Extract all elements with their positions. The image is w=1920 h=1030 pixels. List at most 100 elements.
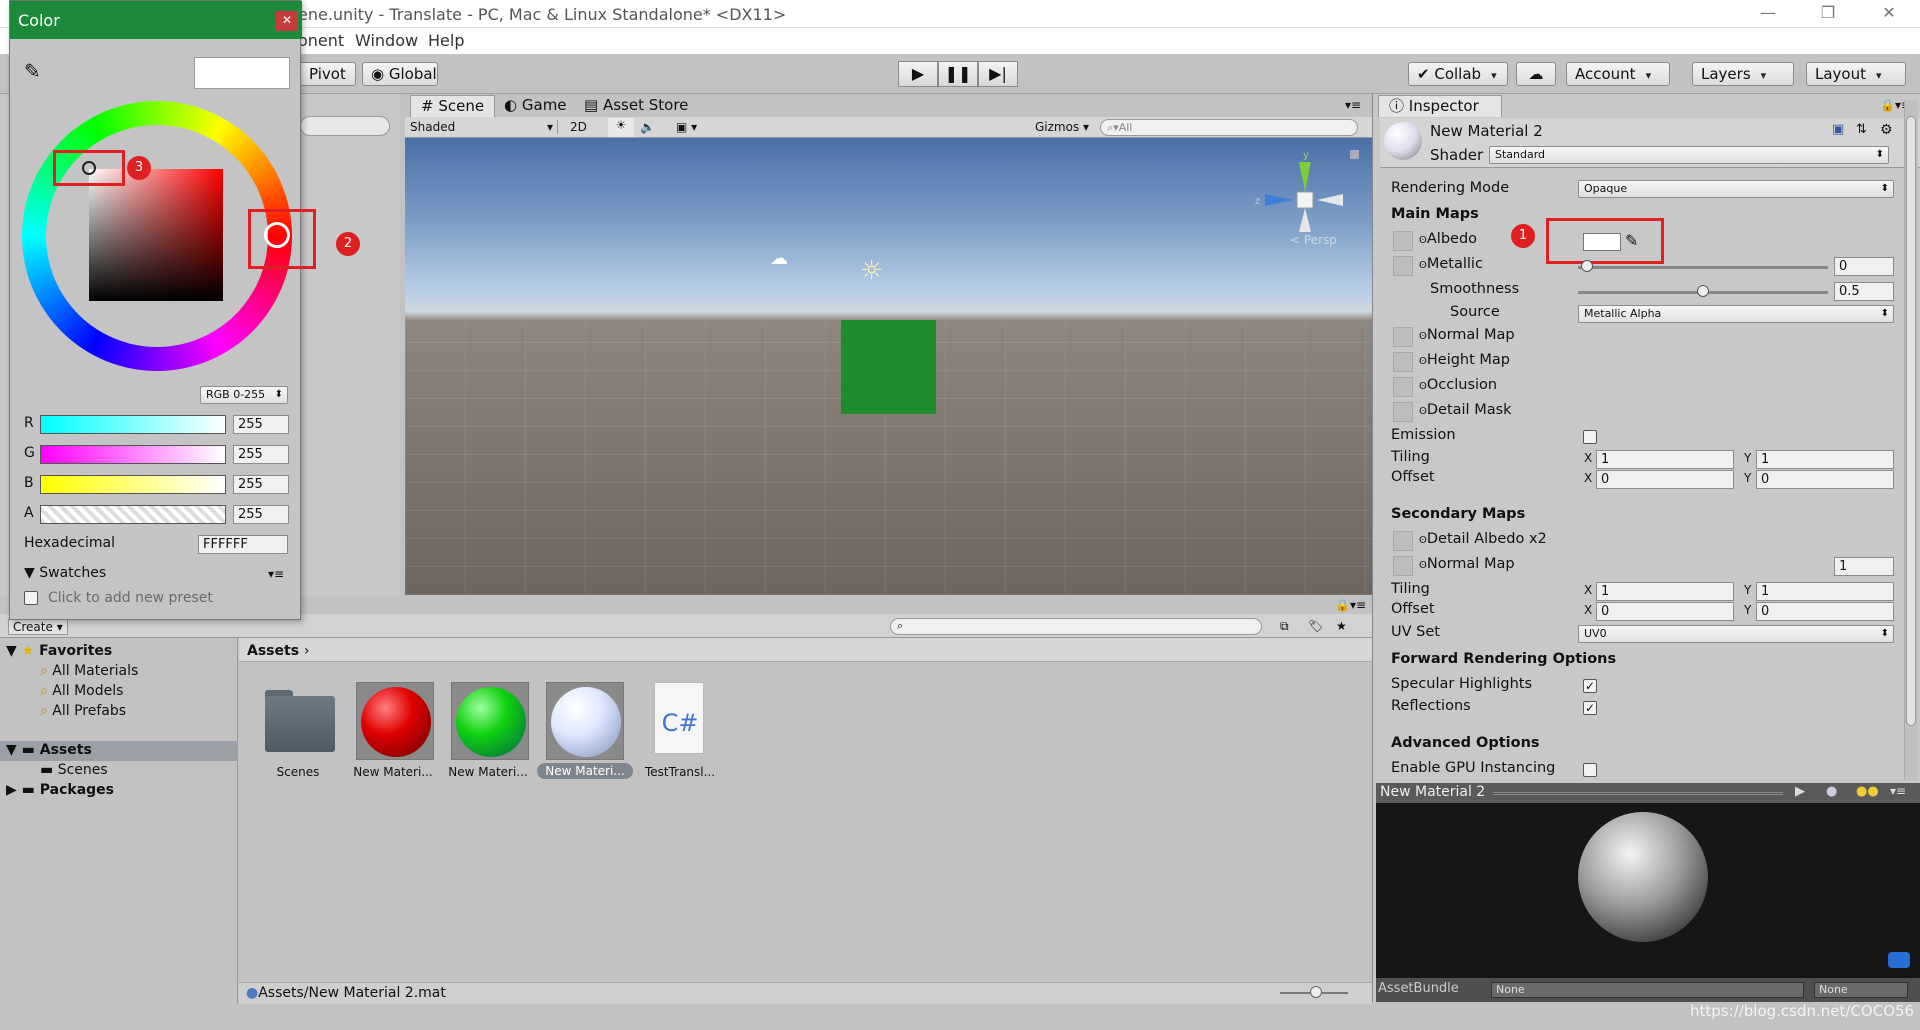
gpu-instancing-checkbox[interactable]: [1583, 763, 1597, 777]
g-value-field[interactable]: 255: [233, 445, 289, 464]
gizmos-dropdown[interactable]: Gizmos ▾: [1035, 120, 1089, 134]
tree-favorites[interactable]: ▼ ★ Favorites: [6, 643, 112, 659]
minimize-button[interactable]: —: [1755, 3, 1781, 23]
tiling-x-field[interactable]: 1: [1596, 450, 1734, 469]
metallic-slider-thumb[interactable]: [1581, 260, 1593, 272]
collab-button[interactable]: ✔ Collab: [1408, 62, 1508, 86]
close-window-button[interactable]: ✕: [1876, 3, 1902, 23]
pause-button[interactable]: ❚❚: [938, 61, 978, 87]
swatches-menu-icon[interactable]: ▾≡: [268, 567, 284, 581]
preset-icon[interactable]: ⇅: [1856, 122, 1867, 137]
project-search-input[interactable]: ⌕: [890, 618, 1262, 635]
preview-lights-icon[interactable]: ●●: [1856, 784, 1879, 799]
rendering-mode-dropdown[interactable]: Opaque: [1578, 180, 1894, 198]
metallic-value-field[interactable]: 0: [1834, 257, 1894, 276]
r-slider[interactable]: [40, 415, 226, 434]
preview-sphere-icon[interactable]: ●: [1826, 784, 1837, 799]
tab-game[interactable]: ◐ Game: [494, 95, 577, 117]
panel-menu-icon[interactable]: ▾≡: [1345, 98, 1361, 112]
layers-dropdown[interactable]: Layers: [1692, 62, 1794, 86]
occlusion-slot[interactable]: [1393, 377, 1413, 397]
tab-inspector[interactable]: ⓘ Inspector: [1378, 95, 1502, 117]
a-slider[interactable]: [40, 505, 226, 524]
pivot-toggle[interactable]: Pivot: [300, 62, 356, 86]
global-toggle[interactable]: ◉ Global: [362, 62, 438, 86]
hierarchy-search[interactable]: [300, 116, 390, 136]
tiling2-y-field[interactable]: 1: [1756, 582, 1894, 601]
inspector-scrollbar-thumb[interactable]: [1906, 116, 1916, 726]
saturation-value-square[interactable]: [89, 169, 223, 301]
detail-normal-scale-field[interactable]: 1: [1834, 557, 1894, 576]
hex-input[interactable]: FFFFFF: [198, 535, 288, 554]
offset2-y-field[interactable]: 0: [1756, 602, 1894, 621]
offset2-x-field[interactable]: 0: [1596, 602, 1734, 621]
detail-normal-label[interactable]: ʘNormal Map: [1419, 556, 1515, 572]
swatches-header[interactable]: ▼ Swatches: [24, 565, 106, 581]
tab-asset-store[interactable]: ▤ Asset Store: [574, 95, 698, 117]
metallic-label[interactable]: ʘMetallic: [1419, 256, 1483, 272]
metallic-texture-slot[interactable]: [1393, 256, 1413, 276]
asset-label-material-1[interactable]: New Materi...: [345, 765, 441, 779]
tab-scene[interactable]: # Scene: [410, 95, 496, 117]
play-button[interactable]: ▶: [898, 61, 938, 87]
restore-button[interactable]: ❐: [1815, 3, 1841, 23]
csharp-script-asset[interactable]: C#: [654, 682, 704, 754]
offset-x-field[interactable]: 0: [1596, 470, 1734, 489]
shading-dropdown[interactable]: Shaded ▾: [410, 120, 558, 134]
metallic-slider[interactable]: [1578, 266, 1828, 269]
tiling-y-field[interactable]: 1: [1756, 450, 1894, 469]
uv-set-dropdown[interactable]: UV0: [1578, 625, 1894, 643]
gizmo-neg-y-axis[interactable]: [1299, 208, 1311, 232]
zoom-slider-thumb[interactable]: [1310, 986, 1322, 998]
gizmo-y-axis[interactable]: [1299, 162, 1311, 192]
favorite-star-icon[interactable]: ★: [1336, 619, 1347, 633]
material-green-asset[interactable]: [451, 682, 529, 760]
gizmo-center[interactable]: [1296, 191, 1314, 209]
tree-fav-materials[interactable]: ⌕ All Materials: [40, 663, 138, 679]
normal-map-slot[interactable]: [1393, 327, 1413, 347]
breadcrumb-assets[interactable]: Assets ›: [247, 643, 310, 659]
menu-help[interactable]: Help: [428, 31, 464, 50]
asset-label-tag-icon[interactable]: [1888, 952, 1910, 968]
green-cube[interactable]: [841, 320, 936, 414]
emission-checkbox[interactable]: [1583, 430, 1597, 444]
step-button[interactable]: ▶|: [978, 61, 1018, 87]
gizmo-x-axis[interactable]: [1317, 194, 1343, 206]
preview-drag-bar[interactable]: [1493, 792, 1783, 795]
perspective-label[interactable]: < Persp: [1290, 233, 1337, 247]
asset-label-scenes[interactable]: Scenes: [250, 765, 346, 779]
tree-scenes[interactable]: ▬ Scenes: [40, 762, 108, 778]
tree-assets[interactable]: ▼ ▬ Assets: [6, 742, 92, 758]
asset-label-script[interactable]: TestTransl...: [632, 765, 728, 779]
layout-dropdown[interactable]: Layout: [1806, 62, 1906, 86]
folder-asset-icon[interactable]: [261, 682, 339, 760]
effects-toggle[interactable]: ▣ ▾: [676, 120, 697, 134]
add-preset-checkbox[interactable]: [24, 591, 38, 605]
scene-search-input[interactable]: ⌕▾All: [1100, 119, 1358, 136]
asset-label-material-2[interactable]: New Materi...: [440, 765, 536, 779]
height-map-slot[interactable]: [1393, 352, 1413, 372]
create-dropdown[interactable]: Create ▾: [8, 619, 68, 635]
filter-type-icon[interactable]: ⧉: [1280, 619, 1289, 634]
albedo-label[interactable]: ʘAlbedo: [1419, 231, 1477, 247]
detail-albedo-slot[interactable]: [1393, 531, 1413, 551]
r-value-field[interactable]: 255: [233, 415, 289, 434]
detail-normal-slot[interactable]: [1393, 556, 1413, 576]
project-lock-icon[interactable]: 🔒▾≡: [1335, 598, 1366, 612]
add-preset-hint[interactable]: Click to add new preset: [48, 590, 213, 606]
assetbundle-variant-dropdown[interactable]: None: [1814, 982, 1908, 998]
preview-menu-icon[interactable]: ▾≡: [1890, 784, 1906, 798]
asset-label-material-3-selected[interactable]: New Materi...: [537, 763, 633, 779]
material-white-asset[interactable]: [546, 682, 624, 760]
normal-map-label[interactable]: ʘNormal Map: [1419, 327, 1515, 343]
toggle-2d-button[interactable]: 2D: [570, 120, 587, 134]
height-map-label[interactable]: ʘHeight Map: [1419, 352, 1510, 368]
tiling2-x-field[interactable]: 1: [1596, 582, 1734, 601]
offset-y-field[interactable]: 0: [1756, 470, 1894, 489]
tree-fav-prefabs[interactable]: ⌕ All Prefabs: [40, 703, 126, 719]
account-dropdown[interactable]: Account: [1566, 62, 1670, 86]
smoothness-value-field[interactable]: 0.5: [1834, 282, 1894, 301]
gizmo-z-axis[interactable]: [1265, 194, 1293, 206]
b-slider[interactable]: [40, 475, 226, 494]
tree-packages[interactable]: ▶ ▬ Packages: [6, 782, 114, 798]
